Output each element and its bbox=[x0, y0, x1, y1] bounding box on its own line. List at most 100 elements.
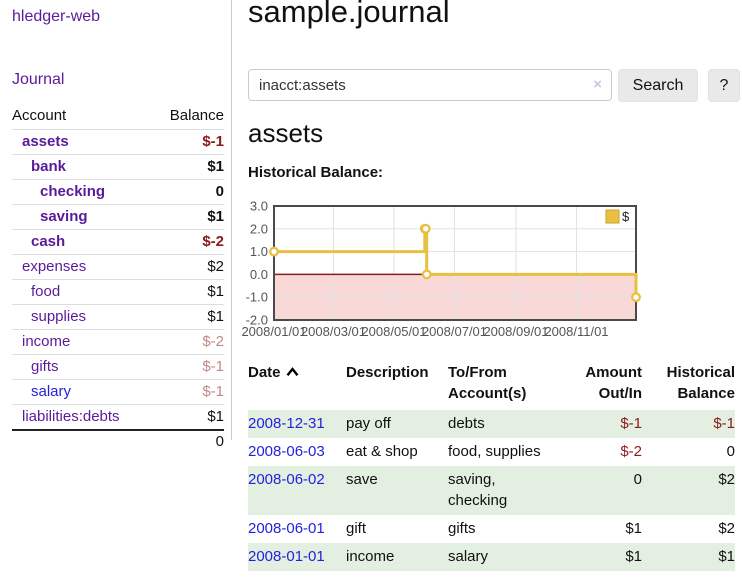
account-row: cash $-2 bbox=[12, 230, 224, 255]
historical-balance-chart[interactable]: $3.02.01.00.0-1.0-2.02008/01/012008/03/0… bbox=[240, 200, 742, 348]
app-brand-link[interactable]: hledger-web bbox=[12, 8, 100, 26]
chart-title: Historical Balance: bbox=[248, 164, 383, 181]
register-accounts-cell: food, supplies bbox=[448, 438, 560, 466]
account-row: food $1 bbox=[12, 280, 224, 305]
account-row: bank $1 bbox=[12, 155, 224, 180]
register-date-cell: 2008-12-31 bbox=[248, 410, 346, 438]
data-point[interactable] bbox=[423, 271, 431, 279]
register-date-link[interactable]: 2008-06-02 bbox=[248, 471, 325, 488]
sidebar-account-link[interactable]: liabilities:debts bbox=[22, 408, 120, 425]
sidebar-account-link[interactable]: assets bbox=[22, 133, 69, 150]
account-row: income $-2 bbox=[12, 330, 224, 355]
accounts-table: Account Balance assets $-1 bank $1 checking 0… bbox=[12, 103, 224, 454]
register-description-cell: eat & shop bbox=[346, 438, 448, 466]
account-balance: $2 bbox=[153, 255, 224, 280]
sidebar: hledger-web Journal Account Balance asse… bbox=[0, 0, 232, 440]
register-date-link[interactable]: 2008-06-03 bbox=[248, 443, 325, 460]
sidebar-account-link[interactable]: expenses bbox=[22, 258, 86, 275]
register-header-balance: Historical Balance bbox=[642, 360, 735, 410]
account-row: checking 0 bbox=[12, 180, 224, 205]
sidebar-account-link[interactable]: saving bbox=[40, 208, 88, 225]
accounts-total-row: 0 bbox=[12, 430, 224, 454]
register-row[interactable]: 2008-06-03eat & shopfood, supplies$-20 bbox=[248, 438, 735, 466]
y-tick-label: 0.0 bbox=[250, 267, 268, 282]
register-description-cell: income bbox=[346, 543, 448, 571]
x-tick-label: 2008/05/01 bbox=[361, 324, 426, 339]
register-amount-cell: 0 bbox=[560, 466, 642, 515]
sidebar-account-link[interactable]: bank bbox=[31, 158, 66, 175]
sidebar-account-link[interactable]: supplies bbox=[31, 308, 86, 325]
x-tick-label: 2008/01/01 bbox=[241, 324, 306, 339]
account-balance: $-1 bbox=[153, 380, 224, 405]
register-amount-cell: $-1 bbox=[560, 410, 642, 438]
register-accounts-cell: gifts bbox=[448, 515, 560, 543]
register-row[interactable]: 2008-06-02 savesaving, checking0$2 bbox=[248, 466, 735, 515]
sidebar-account-link[interactable]: food bbox=[31, 283, 60, 300]
register-row[interactable]: 2008-01-01incomesalary$1$1 bbox=[248, 543, 735, 571]
register-description-cell: gift bbox=[346, 515, 448, 543]
register-date-link[interactable]: 2008-12-31 bbox=[248, 415, 325, 432]
account-balance: 0 bbox=[153, 180, 224, 205]
sidebar-account-link[interactable]: checking bbox=[40, 183, 105, 200]
register-header-date[interactable]: Date bbox=[248, 360, 346, 410]
accounts-header-row: Account Balance bbox=[12, 103, 224, 130]
register-accounts-cell: saving, checking bbox=[448, 466, 560, 515]
search-input[interactable] bbox=[248, 69, 612, 101]
register-row[interactable]: 2008-06-01giftgifts$1$2 bbox=[248, 515, 735, 543]
register-balance-cell: $-1 bbox=[642, 410, 735, 438]
sidebar-account-link[interactable]: cash bbox=[31, 233, 65, 250]
legend-swatch bbox=[606, 210, 619, 223]
account-row: liabilities:debts$1 bbox=[12, 405, 224, 431]
register-header-accounts: To/From Account(s) bbox=[448, 360, 560, 410]
data-point[interactable] bbox=[632, 293, 640, 301]
data-point[interactable] bbox=[422, 225, 430, 233]
account-row: salary $-1 bbox=[12, 380, 224, 405]
sidebar-journal-link[interactable]: Journal bbox=[12, 71, 64, 89]
y-tick-label: 3.0 bbox=[250, 200, 268, 214]
data-point[interactable] bbox=[270, 248, 278, 256]
search-button[interactable]: Search bbox=[618, 69, 698, 102]
account-row: supplies $1 bbox=[12, 305, 224, 330]
sidebar-account-link[interactable]: salary bbox=[31, 383, 71, 400]
register-row[interactable]: 2008-12-31pay offdebts$-1$-1 bbox=[248, 410, 735, 438]
sidebar-account-link[interactable]: gifts bbox=[31, 358, 59, 375]
account-row: expenses $2 bbox=[12, 255, 224, 280]
register-date-cell: 2008-06-03 bbox=[248, 438, 346, 466]
register-balance-cell: $2 bbox=[642, 515, 735, 543]
search-form: × Search ? bbox=[248, 69, 742, 102]
account-balance: $1 bbox=[153, 305, 224, 330]
account-balance: $1 bbox=[153, 155, 224, 180]
y-tick-label: 2.0 bbox=[250, 221, 268, 236]
register-table: Date Description To/From Account(s) Amou… bbox=[248, 360, 735, 571]
register-description-cell: save bbox=[346, 466, 448, 515]
register-date-link[interactable]: 2008-06-01 bbox=[248, 520, 325, 537]
clear-search-icon[interactable]: × bbox=[593, 76, 602, 94]
register-balance-cell: $1 bbox=[642, 543, 735, 571]
account-balance: $-1 bbox=[153, 130, 224, 155]
x-tick-label: 2008/03/01 bbox=[301, 324, 366, 339]
sidebar-account-link[interactable]: income bbox=[22, 333, 70, 350]
x-tick-label: 2008/07/01 bbox=[422, 324, 487, 339]
account-balance: $-2 bbox=[153, 230, 224, 255]
register-date-link[interactable]: 2008-01-01 bbox=[248, 548, 325, 565]
page-title: sample.journal bbox=[248, 0, 450, 30]
accounts-total-value: 0 bbox=[153, 430, 224, 454]
register-amount-cell: $-2 bbox=[560, 438, 642, 466]
legend-label: $ bbox=[622, 209, 630, 224]
sort-ascending-icon bbox=[286, 367, 299, 377]
account-row: gifts$-1 bbox=[12, 355, 224, 380]
register-description-cell: pay off bbox=[346, 410, 448, 438]
account-heading: assets bbox=[248, 118, 323, 149]
register-accounts-cell: debts bbox=[448, 410, 560, 438]
account-balance: $1 bbox=[153, 205, 224, 230]
register-amount-cell: $1 bbox=[560, 543, 642, 571]
account-balance: $-2 bbox=[153, 330, 224, 355]
x-tick-label: 2008/11/01 bbox=[544, 324, 608, 339]
register-accounts-cell: salary bbox=[448, 543, 560, 571]
accounts-header-balance: Balance bbox=[153, 103, 224, 130]
account-balance: $1 bbox=[153, 280, 224, 305]
account-row: assets $-1 bbox=[12, 130, 224, 155]
register-balance-cell: $2 bbox=[642, 466, 735, 515]
help-button[interactable]: ? bbox=[708, 69, 740, 102]
register-date-cell: 2008-01-01 bbox=[248, 543, 346, 571]
